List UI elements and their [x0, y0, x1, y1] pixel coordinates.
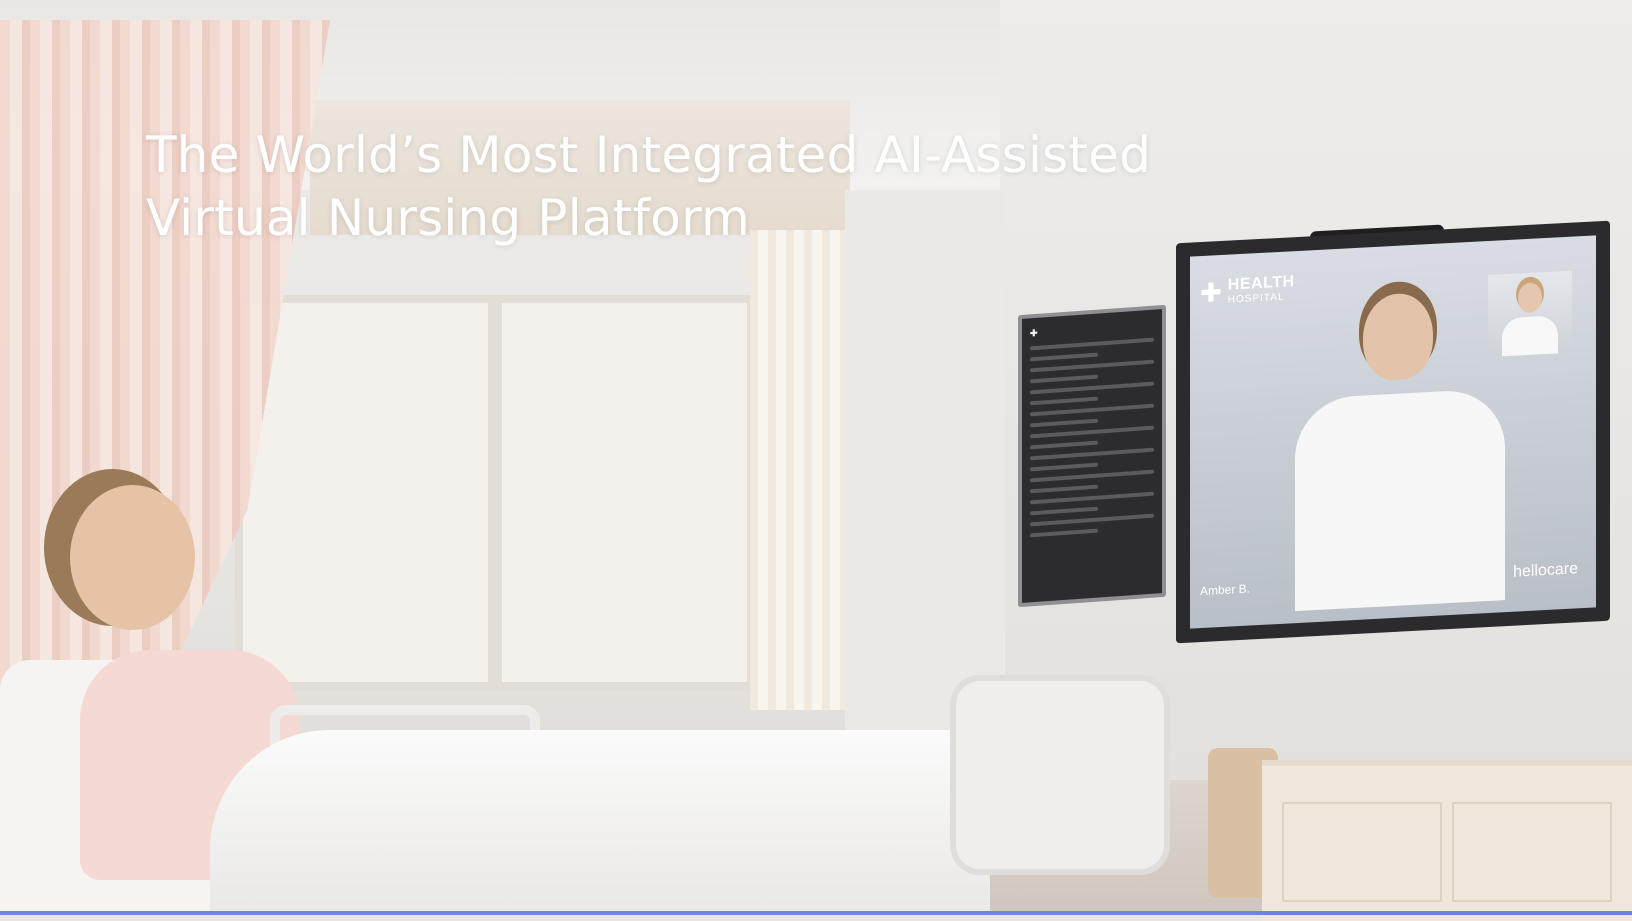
video-call-tv: ✚ HEALTH HOSPITAL Amber B. hellocare: [1176, 220, 1610, 644]
hospital-sub: HOSPITAL: [1227, 291, 1285, 306]
display-logo: ✚: [1030, 327, 1038, 339]
hellocare-brand: hellocare: [1513, 560, 1578, 581]
hero-headline: The World’s Most Integrated AI-Assisted …: [146, 124, 1151, 250]
self-view-thumbnail: [1488, 270, 1572, 358]
bed-footboard: [950, 675, 1170, 875]
room-window: [235, 295, 755, 690]
caller-name: Amber B.: [1200, 581, 1251, 599]
medical-cross-icon: ✚: [1200, 276, 1222, 308]
accent-bar: [0, 911, 1632, 915]
doctor-video: [1295, 288, 1505, 612]
headline-line-2: Virtual Nursing Platform: [146, 189, 750, 247]
hospital-logo: ✚ HEALTH HOSPITAL: [1200, 273, 1295, 307]
patient-info-display: ✚: [1018, 304, 1166, 608]
video-call-screen: ✚ HEALTH HOSPITAL Amber B. hellocare: [1190, 235, 1596, 629]
patient-head: [70, 485, 195, 630]
nightstand: [1262, 760, 1632, 921]
hospital-name: HEALTH: [1227, 273, 1295, 294]
headline-line-1: The World’s Most Integrated AI-Assisted: [146, 126, 1152, 184]
hero-scene: ✚ ✚ HEALTH HOSPITAL Amber B. hellocare T…: [0, 0, 1632, 921]
white-curtain: [750, 230, 845, 710]
bed-blanket: [210, 730, 990, 915]
